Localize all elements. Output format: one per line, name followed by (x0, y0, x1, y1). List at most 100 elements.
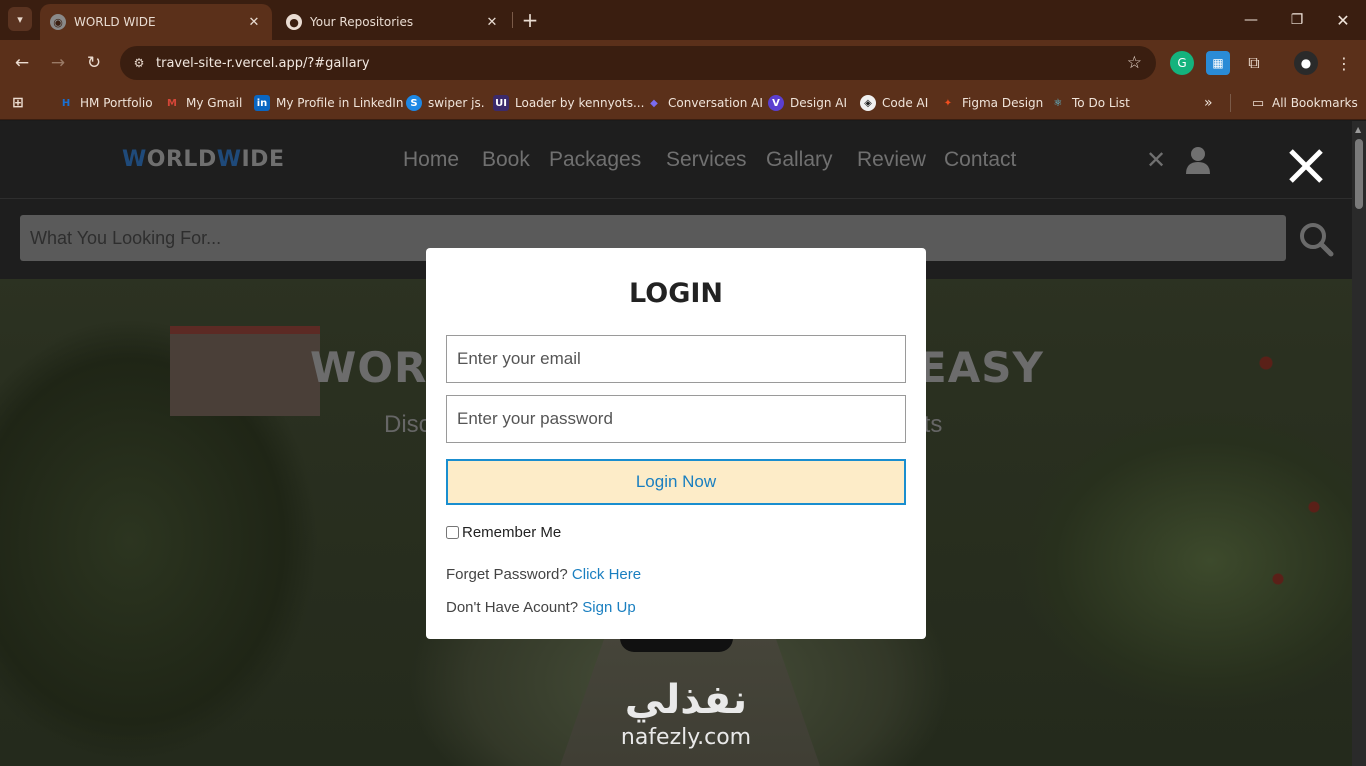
gmail-icon: M (167, 97, 177, 109)
browser-menu-icon[interactable]: ⋮ (1332, 51, 1356, 75)
tab-your-repositories[interactable]: ● Your Repositories ✕ (276, 4, 510, 40)
forward-arrow-icon[interactable]: → (44, 49, 72, 77)
bookmark-label: HM Portfolio (80, 96, 153, 110)
site-logo[interactable]: WORLDWIDE (122, 147, 284, 172)
bookmark-label: My Profile in LinkedIn (276, 96, 404, 110)
bookmarks-bar: ⊞ H HM Portfolio M My Gmail in My Profil… (0, 86, 1366, 120)
scrollbar-thumb[interactable] (1355, 139, 1363, 209)
bookmark-label: Figma Design (962, 96, 1044, 110)
react-icon: ⚛ (1053, 97, 1063, 109)
login-now-button[interactable]: Login Now (446, 459, 906, 505)
bookmark-code-ai[interactable]: ◈ Code AI (860, 92, 928, 114)
login-form: LOGIN Login Now Remember Me Forget Passw… (426, 248, 926, 639)
address-bar[interactable]: ⚙ travel-site-r.vercel.app/?#gallary ☆ (120, 46, 1156, 80)
remember-me[interactable]: Remember Me (446, 524, 561, 541)
conversation-ai-icon: ◆ (650, 97, 658, 109)
uiverse-icon: UI (493, 95, 509, 111)
bookmark-linkedin[interactable]: in My Profile in LinkedIn (254, 92, 403, 114)
forgot-password-text: Forget Password? (446, 566, 568, 583)
apps-grid-icon[interactable]: ⊞ (10, 92, 32, 114)
user-icon[interactable] (1184, 145, 1212, 175)
github-icon: ● (286, 14, 302, 30)
all-bookmarks-label: All Bookmarks (1272, 96, 1358, 110)
close-tab-icon[interactable]: ✕ (244, 15, 264, 30)
login-title: LOGIN (629, 278, 723, 309)
bookmark-swiper-js[interactable]: S swiper js. (406, 92, 485, 114)
new-tab-plus-icon[interactable]: + (518, 8, 542, 32)
nafezly-watermark: نفذلي nafezly.com (596, 676, 776, 766)
nav-gallary[interactable]: Gallary (766, 148, 833, 172)
web-page: WORL EASY Disc aits WORLDWIDE Home Book … (0, 121, 1352, 766)
reload-icon[interactable]: ↻ (80, 49, 108, 77)
tab-title: WORLD WIDE (74, 15, 156, 29)
folder-icon: ▭ (1251, 95, 1265, 111)
nav-review[interactable]: Review (857, 148, 926, 172)
all-bookmarks-folder[interactable]: ▭ All Bookmarks (1250, 92, 1358, 114)
signup-line: Don't Have Acount? Sign Up (446, 599, 636, 616)
bookmark-label: Design AI (790, 96, 847, 110)
page-scrollbar[interactable]: ▲ (1352, 121, 1366, 766)
hero-title-right: EASY (918, 343, 1044, 392)
sign-up-link[interactable]: Sign Up (582, 599, 635, 616)
extensions-puzzle-icon[interactable]: ⧉ (1242, 51, 1266, 75)
tab-separator (512, 12, 513, 28)
address-url[interactable]: travel-site-r.vercel.app/?#gallary (156, 56, 1127, 71)
search-icon[interactable] (1298, 221, 1334, 257)
more-bookmarks-chevron-icon[interactable]: » (1204, 92, 1213, 114)
globe-icon: ◉ (50, 14, 66, 30)
minimize-icon[interactable]: — (1228, 6, 1274, 34)
hero-flowers-image (1230, 291, 1350, 651)
tab-world-wide[interactable]: ◉ WORLD WIDE ✕ (40, 4, 272, 40)
watermark-arabic: نفذلي (624, 677, 748, 723)
bookmark-design-ai[interactable]: V Design AI (768, 92, 847, 114)
bookmark-label: To Do List (1072, 96, 1130, 110)
click-here-link[interactable]: Click Here (572, 566, 641, 583)
close-window-icon[interactable]: ✕ (1320, 6, 1366, 34)
password-field[interactable] (446, 395, 906, 443)
browser-toolbar: ← → ↻ ⚙ travel-site-r.vercel.app/?#galla… (0, 40, 1366, 86)
nav-home[interactable]: Home (403, 148, 459, 172)
profile-avatar-icon[interactable]: ● (1294, 51, 1318, 75)
restore-icon[interactable]: ❐ (1274, 6, 1320, 34)
bookmark-label: Loader by kennyots... (515, 96, 645, 110)
nav-contact[interactable]: Contact (944, 148, 1016, 172)
watermark-latin: nafezly.com (620, 725, 752, 750)
hero-subtitle-left: Disc (384, 411, 431, 438)
forgot-password-line: Forget Password? Click Here (446, 566, 641, 583)
linkedin-icon: in (254, 95, 270, 111)
remember-me-checkbox[interactable] (446, 526, 459, 539)
close-tab-icon[interactable]: ✕ (482, 15, 502, 30)
site-settings-icon[interactable]: ⚙ (128, 52, 150, 74)
radio-extension-icon[interactable]: ▦ (1206, 51, 1230, 75)
nav-services[interactable]: Services (666, 148, 747, 172)
tab-search-chevron-icon[interactable]: ▾ (8, 7, 32, 31)
back-arrow-icon[interactable]: ← (8, 49, 36, 77)
close-search-icon[interactable]: ✕ (1144, 146, 1168, 174)
code-ai-icon: ◈ (860, 95, 876, 111)
figma-icon: ✦ (943, 97, 953, 109)
bookmarks-separator (1230, 94, 1231, 112)
scroll-up-arrow-icon[interactable]: ▲ (1355, 125, 1361, 134)
nav-packages[interactable]: Packages (549, 148, 641, 172)
bookmark-to-do-list[interactable]: ⚛ To Do List (1050, 92, 1130, 114)
grammarly-icon[interactable]: G (1170, 51, 1194, 75)
swiper-icon: S (406, 95, 422, 111)
hm-icon: H (61, 97, 71, 109)
bookmark-figma-design[interactable]: ✦ Figma Design (940, 92, 1043, 114)
close-login-icon[interactable] (1286, 146, 1326, 186)
remember-me-label: Remember Me (462, 524, 562, 541)
bookmark-my-gmail[interactable]: M My Gmail (164, 92, 242, 114)
tab-title: Your Repositories (310, 15, 414, 29)
bookmark-star-icon[interactable]: ☆ (1127, 53, 1142, 73)
bookmark-hm-portfolio[interactable]: H HM Portfolio (58, 92, 153, 114)
design-ai-icon: V (768, 95, 784, 111)
bookmark-label: My Gmail (186, 96, 243, 110)
signup-text: Don't Have Acount? (446, 599, 579, 616)
nav-book[interactable]: Book (482, 148, 530, 172)
logo-word: IDE (241, 147, 285, 172)
bookmark-label: swiper js. (428, 96, 485, 110)
browser-tab-bar: ▾ ◉ WORLD WIDE ✕ ● Your Repositories ✕ +… (0, 0, 1366, 40)
email-field[interactable] (446, 335, 906, 383)
bookmark-conversation-ai[interactable]: ◆ Conversation AI (646, 92, 763, 114)
bookmark-loader[interactable]: UI Loader by kennyots... (493, 92, 644, 114)
